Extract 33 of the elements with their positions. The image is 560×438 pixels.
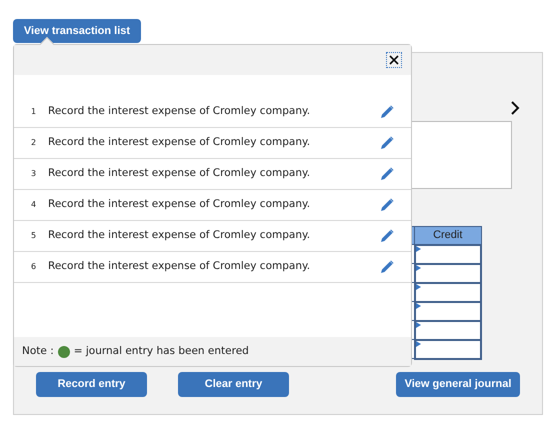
transaction-description[interactable]: Record the interest expense of Cromley company. bbox=[48, 104, 310, 120]
transaction-description[interactable]: Record the interest expense of Cromley company. bbox=[48, 197, 310, 213]
close-button[interactable] bbox=[386, 52, 402, 68]
transaction-number: 6 bbox=[31, 261, 38, 273]
transaction-description[interactable]: Record the interest expense of Cromley company. bbox=[48, 259, 310, 275]
record-entry-button[interactable]: Record entry bbox=[36, 372, 147, 397]
pencil-icon[interactable] bbox=[379, 135, 395, 151]
transaction-number: 5 bbox=[31, 230, 38, 242]
pencil-icon[interactable] bbox=[379, 228, 395, 244]
cell-marker-icon bbox=[416, 322, 420, 328]
pencil-icon[interactable] bbox=[379, 104, 395, 120]
clear-entry-button[interactable]: Clear entry bbox=[178, 372, 289, 397]
view-transaction-list-button[interactable]: View transaction list bbox=[13, 19, 141, 44]
transaction-description[interactable]: Record the interest expense of Cromley company. bbox=[48, 228, 310, 244]
cell-marker-icon bbox=[416, 284, 420, 290]
transaction-number: 4 bbox=[31, 199, 38, 211]
view-general-journal-button[interactable]: View general journal bbox=[396, 372, 520, 397]
note-text: = journal entry has been entered bbox=[74, 344, 249, 359]
cell-marker-icon bbox=[416, 246, 420, 252]
cell-marker-icon bbox=[416, 302, 420, 309]
cell-marker-icon bbox=[416, 264, 420, 271]
cell-marker-icon bbox=[416, 340, 420, 347]
pencil-icon[interactable] bbox=[379, 166, 395, 182]
transaction-number: 3 bbox=[31, 168, 38, 180]
transaction-number: 2 bbox=[31, 137, 38, 149]
chevron-right-icon[interactable] bbox=[510, 101, 520, 116]
pencil-icon[interactable] bbox=[379, 197, 395, 213]
transaction-description[interactable]: Record the interest expense of Cromley company. bbox=[48, 135, 310, 151]
transaction-description[interactable]: Record the interest expense of Cromley company. bbox=[48, 166, 310, 182]
note-label: Note : bbox=[22, 344, 54, 359]
pencil-icon[interactable] bbox=[379, 259, 395, 275]
transaction-number: 1 bbox=[31, 106, 38, 118]
column-header: Credit bbox=[414, 226, 481, 245]
